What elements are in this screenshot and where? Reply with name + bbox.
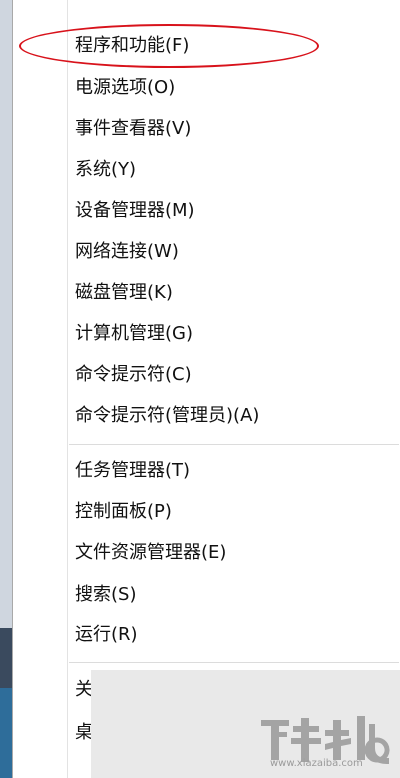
- menu-separator: [69, 444, 399, 445]
- menu-item-file-explorer[interactable]: 文件资源管理器(E): [75, 535, 226, 571]
- menu-item-device-manager[interactable]: 设备管理器(M): [75, 193, 195, 229]
- menu-item-run[interactable]: 运行(R): [75, 617, 138, 653]
- menu-separator: [69, 662, 399, 663]
- context-menu: 程序和功能(F) 电源选项(O) 事件查看器(V) 系统(Y) 设备管理器(M)…: [12, 0, 400, 778]
- menu-item-control-panel[interactable]: 控制面板(P): [75, 494, 172, 530]
- menu-item-power-options[interactable]: 电源选项(O): [75, 70, 175, 106]
- menu-item-system[interactable]: 系统(Y): [75, 152, 136, 188]
- red-highlight-ellipse: [19, 24, 319, 68]
- desktop-taskbar: [0, 688, 12, 778]
- desktop-background: [0, 0, 12, 778]
- menu-item-search[interactable]: 搜索(S): [75, 577, 136, 613]
- menu-icon-gutter: [67, 0, 68, 778]
- menu-item-task-manager[interactable]: 任务管理器(T): [75, 453, 190, 489]
- menu-item-command-prompt[interactable]: 命令提示符(C): [75, 357, 192, 393]
- desktop-window-edge: [0, 628, 12, 688]
- menu-item-command-prompt-admin[interactable]: 命令提示符(管理员)(A): [75, 398, 259, 434]
- menu-item-event-viewer[interactable]: 事件查看器(V): [75, 111, 191, 147]
- watermark-url: www.xiazaiba.com: [270, 758, 363, 769]
- menu-item-network-connections[interactable]: 网络连接(W): [75, 234, 179, 270]
- menu-item-disk-management[interactable]: 磁盘管理(K): [75, 275, 173, 311]
- menu-item-computer-management[interactable]: 计算机管理(G): [75, 316, 193, 352]
